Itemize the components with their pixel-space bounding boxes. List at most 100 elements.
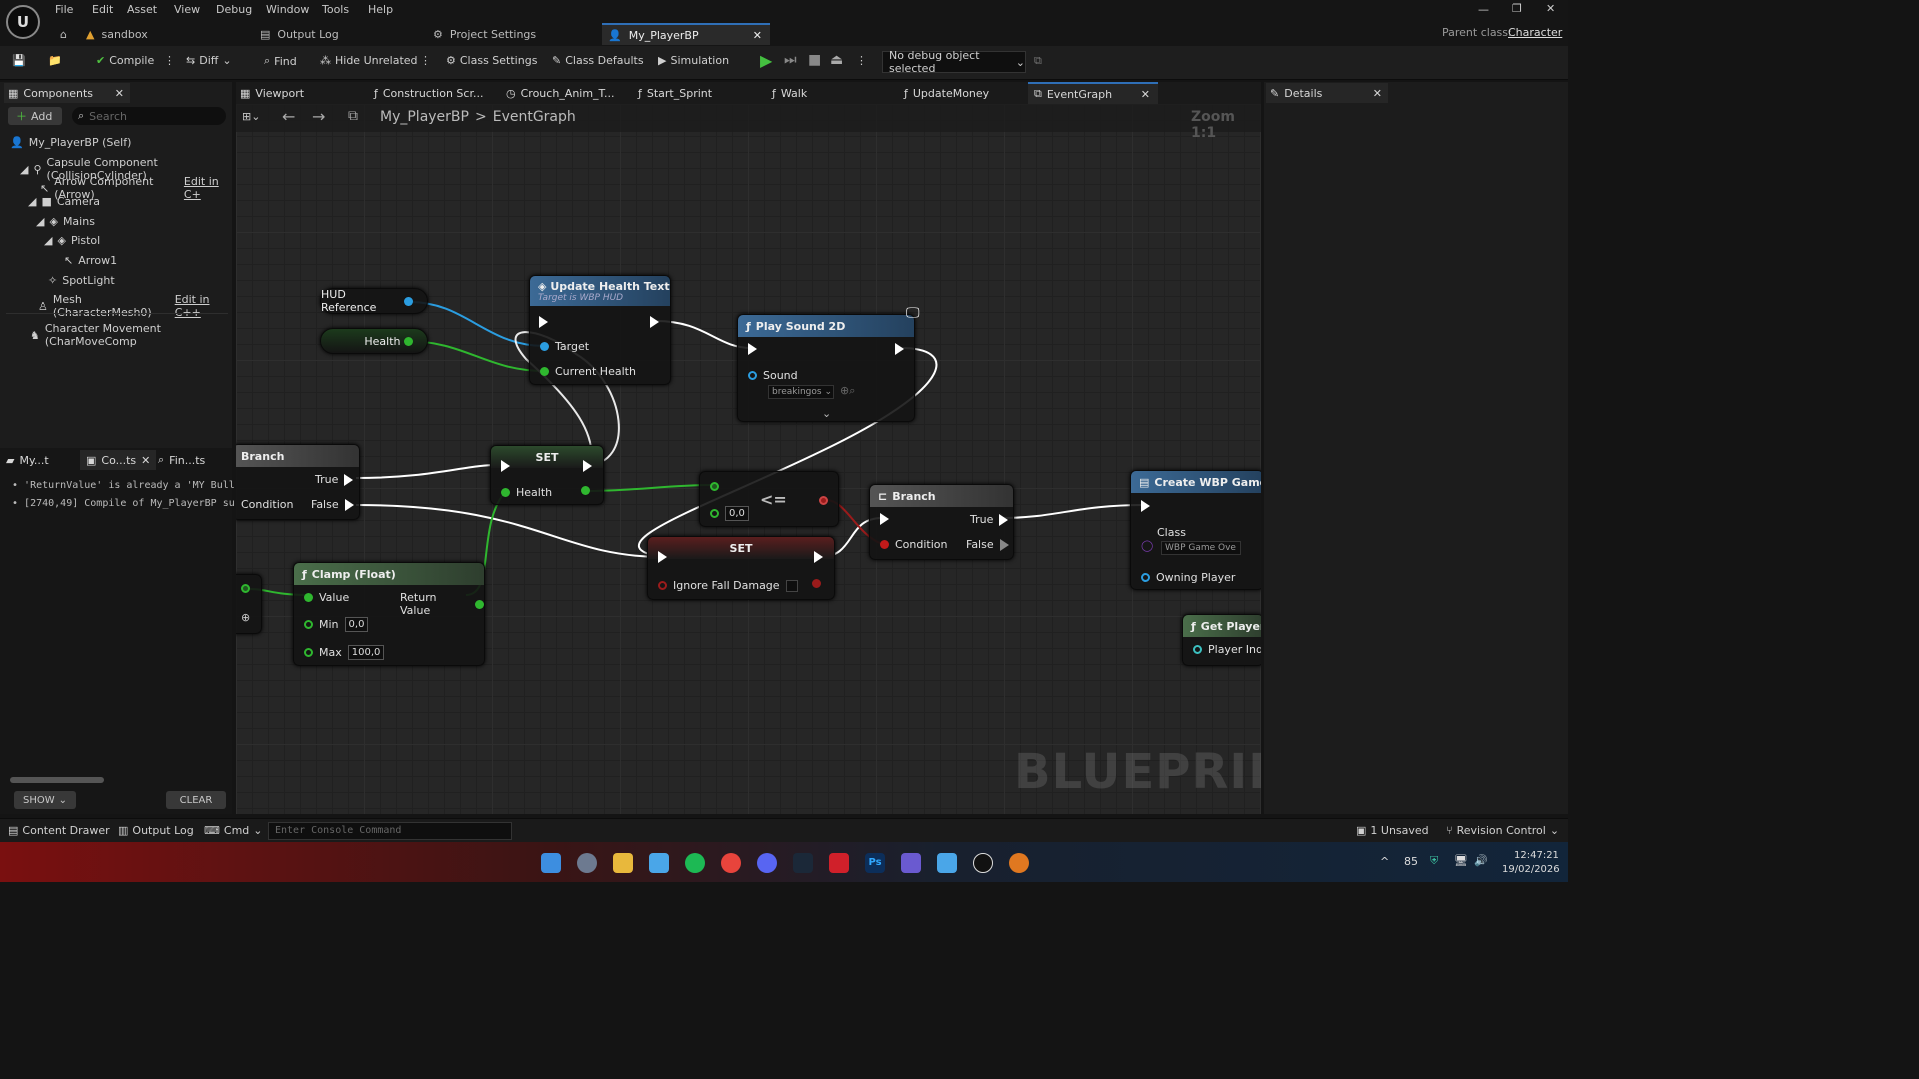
details-tab[interactable]: ✎ Details ✕ [1266, 83, 1388, 103]
eject-icon[interactable]: ⏏ [830, 52, 843, 68]
exec-in-pin[interactable] [501, 460, 510, 472]
add-component-button[interactable]: ＋ Add [8, 107, 62, 125]
tab-compiler-results[interactable]: ▣ Co...ts ✕ [80, 450, 157, 470]
float-pin[interactable] [404, 336, 413, 346]
expand-icon[interactable]: ◢ [36, 215, 44, 228]
home-icon[interactable]: ⌂ [60, 23, 80, 45]
play-icon[interactable]: ▶ [760, 51, 772, 70]
edit-in-cpp-link[interactable]: Edit in C++ [175, 293, 232, 319]
chevron-up-icon[interactable]: ^ [1380, 855, 1389, 868]
network-icon[interactable]: 🖥 [1454, 854, 1468, 867]
exec-out-pin[interactable] [895, 343, 904, 355]
restore-icon[interactable]: ❐ [1512, 2, 1522, 15]
tab-project-settings[interactable]: ⚙ Project Settings [433, 23, 598, 45]
file-explorer-icon[interactable] [613, 853, 633, 873]
unreal-engine-icon[interactable] [973, 853, 993, 873]
checkbox[interactable] [785, 579, 798, 592]
debug-filter-icon[interactable]: ⧉ [1034, 54, 1042, 68]
condition-pin[interactable]: Condition [880, 538, 948, 551]
ignore-fall-damage-pin[interactable]: Ignore Fall Damage [658, 579, 798, 592]
start-icon[interactable] [541, 853, 561, 873]
expand-icon[interactable]: ◢ [28, 195, 36, 208]
exec-in-pin[interactable] [880, 513, 889, 525]
tab-event-graph[interactable]: ⧉ EventGraph ✕ [1028, 82, 1158, 104]
tab-construction-script[interactable]: ƒ Construction Scr... [374, 83, 483, 103]
menu-window[interactable]: Window [266, 3, 309, 16]
simulation-button[interactable]: ▶ Simulation [658, 54, 729, 67]
tree-item-mesh[interactable]: ♙ Mesh (CharacterMesh0) Edit in C++ [38, 293, 232, 319]
revision-control-button[interactable]: ⑂ Revision Control ⌄ [1446, 824, 1559, 837]
browse-asset-icon[interactable]: ⊕⌕ [840, 384, 855, 398]
exec-in-pin[interactable] [1141, 500, 1150, 512]
sound-asset-select[interactable]: breakingos ⌄ [768, 385, 834, 399]
show-button[interactable]: SHOW ⌄ [14, 791, 76, 809]
owning-player-pin[interactable]: Owning Player [1141, 571, 1235, 584]
target-pin[interactable]: Target [540, 340, 589, 353]
close-icon[interactable]: ✕ [753, 29, 762, 42]
class-select[interactable]: WBP Game Ove ⌄ [1161, 541, 1241, 555]
edit-in-cpp-link[interactable]: Edit in C+ [184, 175, 232, 201]
tree-item-character-movement[interactable]: ♞ Character Movement (CharMoveComp [30, 322, 232, 348]
components-tab[interactable]: ▦ Components ✕ [4, 83, 130, 103]
sound-pin[interactable]: Sound [748, 369, 798, 382]
true-pin[interactable]: True [315, 473, 354, 486]
update-health-text-node[interactable]: ◈ Update Health Text Target is WBP HUD T… [529, 275, 671, 385]
result-pin[interactable] [819, 496, 828, 505]
tab-start-sprint[interactable]: ƒ Start_Sprint [638, 83, 712, 103]
min-pin[interactable]: Min 0,0 [304, 617, 369, 632]
tab-walk[interactable]: ƒ Walk [772, 83, 807, 103]
compile-button[interactable]: ✔ Compile [96, 54, 154, 67]
exec-out-pin[interactable] [814, 551, 823, 563]
diff-button[interactable]: ⇆ Diff ⌄ [186, 54, 232, 67]
tree-item-mains[interactable]: ◢ ◈ Mains [36, 215, 95, 228]
menu-edit[interactable]: Edit [92, 3, 113, 16]
clamp-float-node[interactable]: ƒ Clamp (Float) Value Return Value Min 0,0… [293, 562, 485, 666]
create-widget-node[interactable]: ▤ Create WBP Game Ove Class ◯ WBP Game Ov… [1130, 470, 1261, 590]
hide-options-icon[interactable]: ⋮ [420, 54, 431, 67]
tab-viewport[interactable]: ▦ Viewport [240, 83, 304, 103]
minimize-icon[interactable]: — [1478, 3, 1489, 16]
branch-node-2[interactable]: ⊏ Branch True Condition False [869, 484, 1014, 560]
exec-in-pin[interactable] [539, 316, 548, 328]
tab-output-log[interactable]: ▤ Output Log [260, 23, 420, 45]
set-ignore-fall-damage-node[interactable]: SET Ignore Fall Damage [647, 536, 835, 600]
menu-asset[interactable]: Asset [127, 3, 157, 16]
partial-node[interactable]: ⊕ [236, 574, 262, 634]
branch-node[interactable]: Branch True Condition False [236, 444, 360, 520]
shield-icon[interactable]: ⛨ [1430, 854, 1438, 868]
tab-crouch-anim[interactable]: ◷ Crouch_Anim_T... [506, 83, 614, 103]
true-pin[interactable]: True [970, 513, 1009, 526]
unreal-logo-icon[interactable]: U [6, 5, 40, 39]
app-icon[interactable] [901, 853, 921, 873]
b-value-input[interactable]: 0,0 [725, 506, 749, 521]
float-pin[interactable] [241, 583, 250, 596]
parent-class-link[interactable]: Character [1508, 26, 1562, 39]
save-icon[interactable]: 💾 [12, 54, 26, 67]
close-icon[interactable]: ✕ [115, 87, 124, 100]
class-pin-icon[interactable]: ◯ [1141, 539, 1153, 552]
play-sound-2d-node[interactable]: ƒ Play Sound 2D Sound breakingos ⌄ ⊕⌕ ⌄ 🖵 [737, 305, 920, 422]
steam-icon[interactable] [793, 853, 813, 873]
expand-icon[interactable]: ◢ [20, 163, 28, 176]
debug-object-select[interactable]: No debug object selected ⌄ [882, 49, 1026, 75]
console-command-input[interactable]: Enter Console Command [268, 822, 512, 840]
tab-sandbox[interactable]: ▲ sandbox [86, 23, 246, 45]
horizontal-scrollbar[interactable] [10, 777, 104, 783]
hud-reference-node[interactable]: HUD Reference [320, 288, 428, 314]
exec-in-pin[interactable] [748, 343, 757, 355]
false-pin[interactable]: False [311, 498, 354, 511]
health-pin[interactable]: Health [501, 486, 552, 499]
play-options-icon[interactable]: ⋮ [856, 54, 867, 67]
hide-unrelated-button[interactable]: ⁂ Hide Unrelated [320, 54, 418, 67]
settings-icon[interactable] [577, 853, 597, 873]
max-value-input[interactable]: 100,0 [347, 645, 385, 660]
content-drawer-button[interactable]: ▤ Content Drawer [8, 824, 110, 837]
find-button[interactable]: ⌕ Find [264, 54, 297, 68]
component-search-input[interactable]: ⌕ Search [72, 107, 226, 125]
tab-update-money[interactable]: ƒ UpdateMoney [904, 83, 989, 103]
clear-button[interactable]: CLEAR [166, 791, 226, 809]
browse-icon[interactable]: 📁 [48, 54, 62, 67]
discord-icon[interactable] [757, 853, 777, 873]
false-pin[interactable]: False [966, 538, 1009, 551]
player-index-pin[interactable]: Player Inde [1193, 643, 1261, 656]
